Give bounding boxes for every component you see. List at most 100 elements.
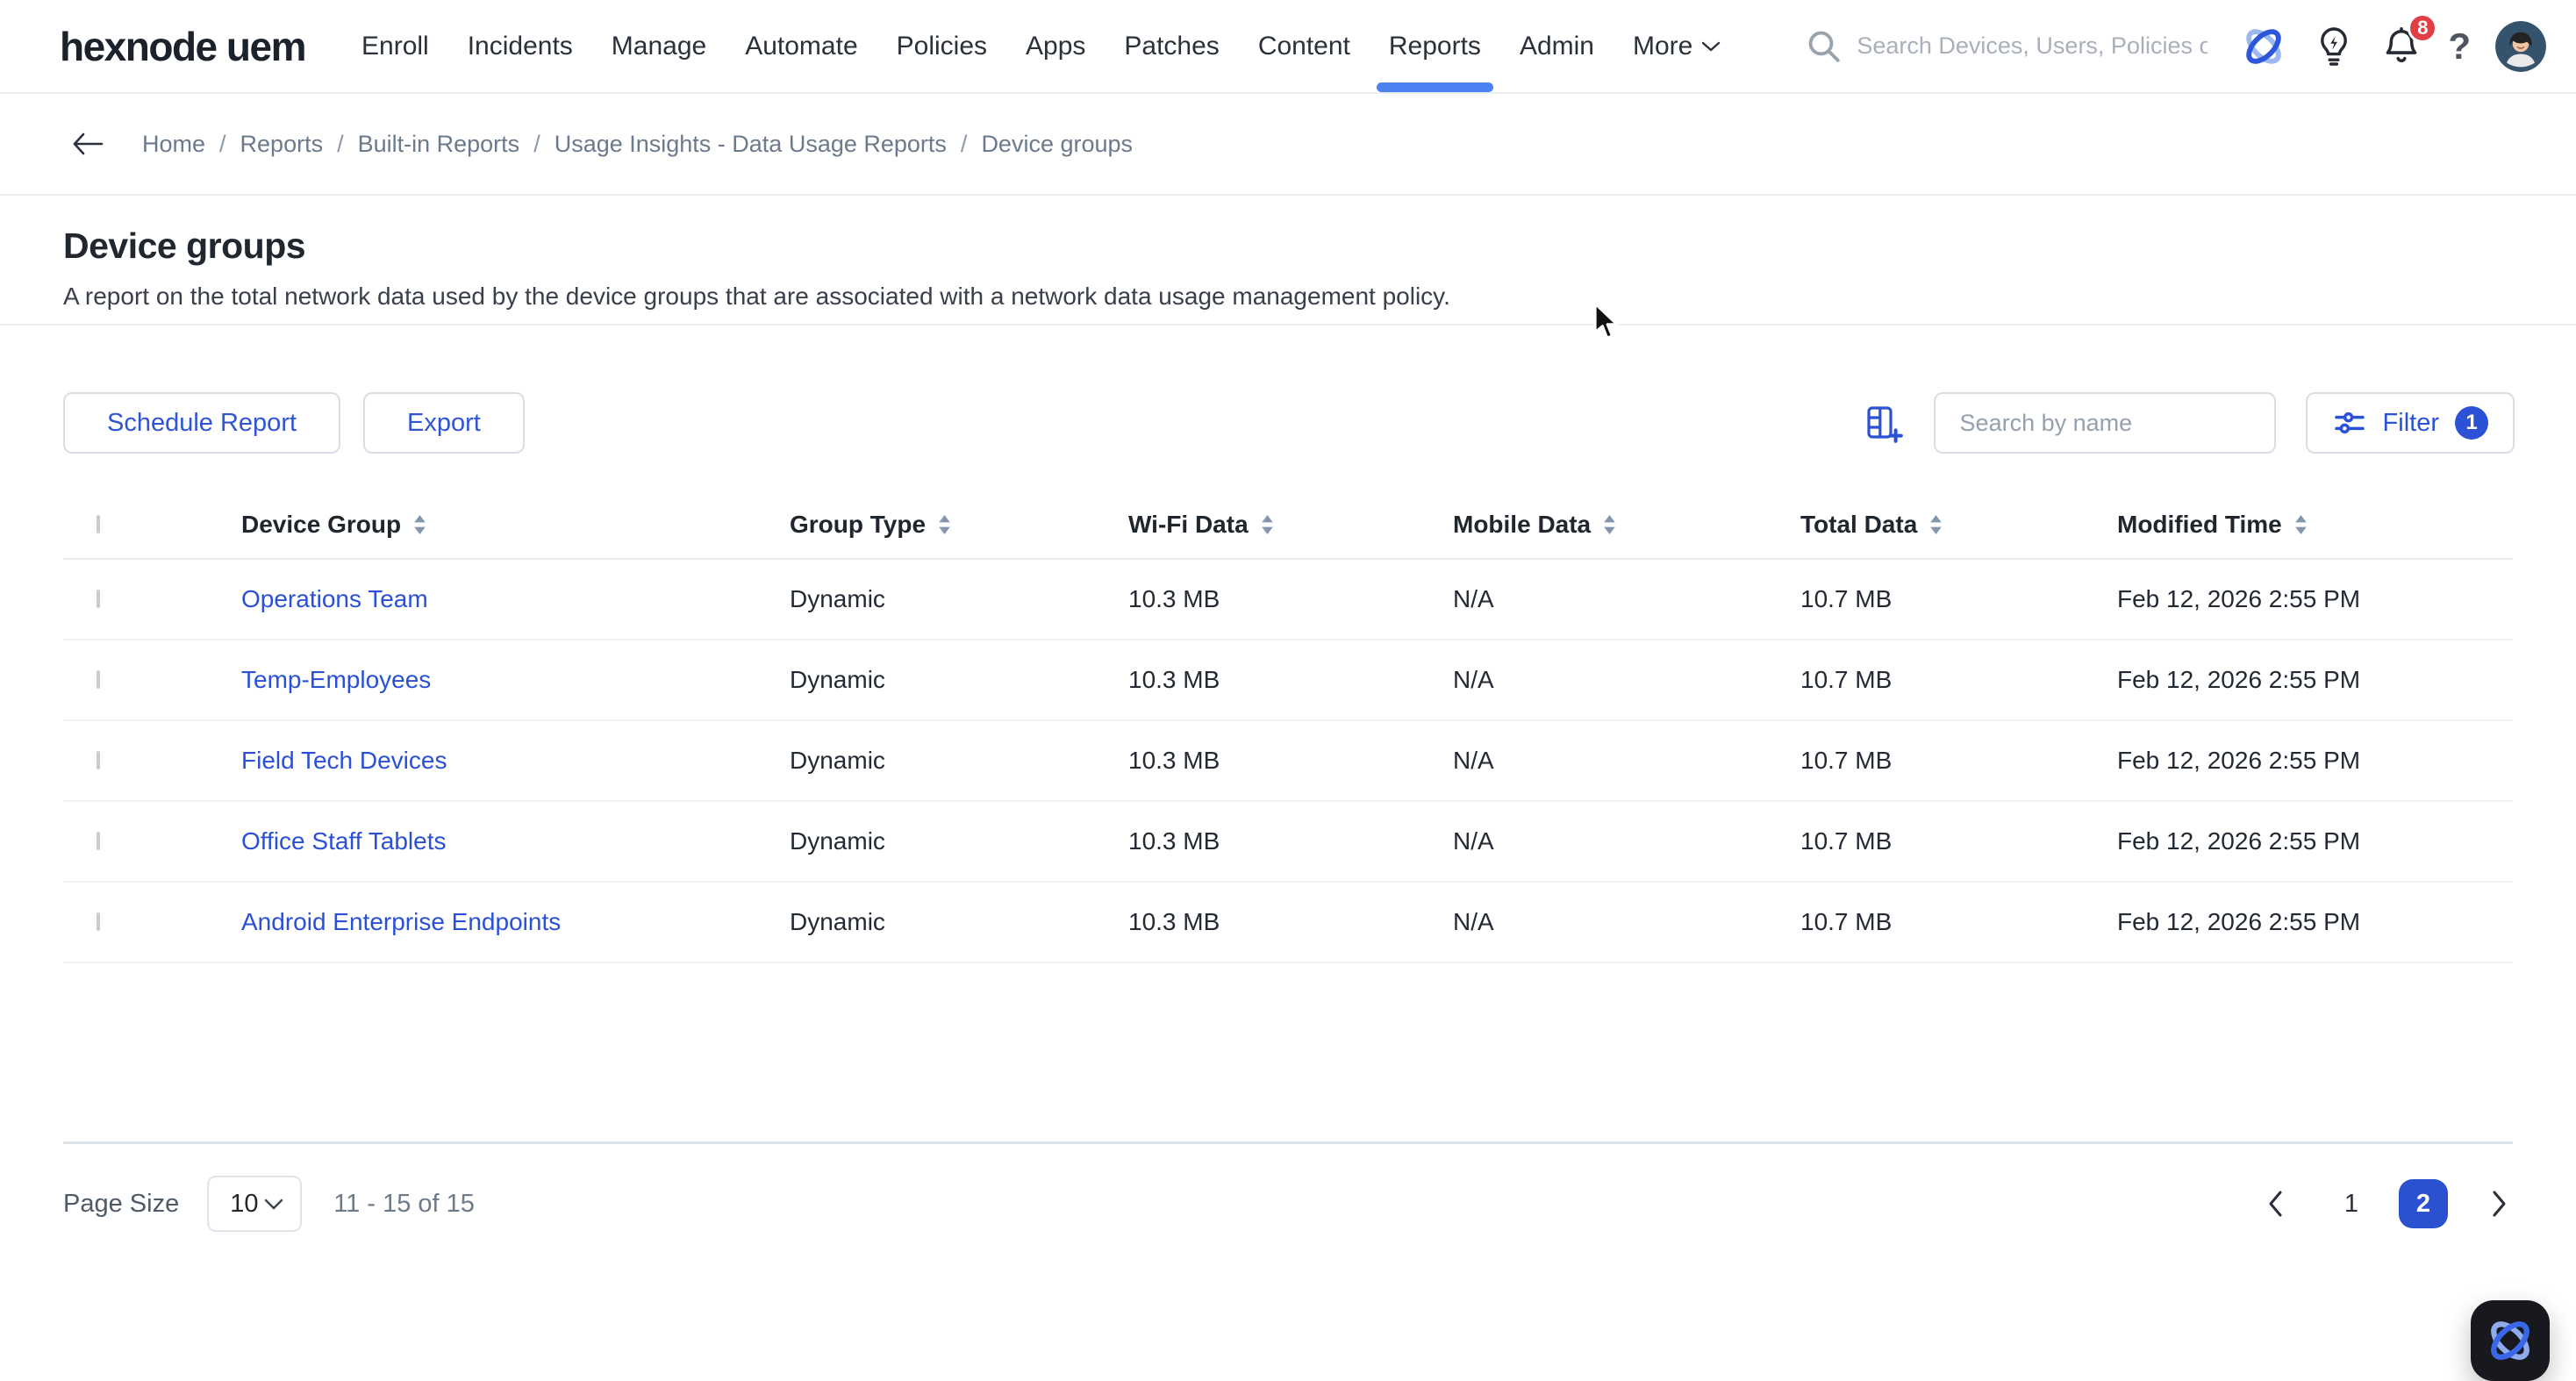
nav-item-patches[interactable]: Patches xyxy=(1124,0,1219,92)
nav-item-policies[interactable]: Policies xyxy=(897,0,987,92)
table-row: Operations Team Dynamic 10.3 MB N/A 10.7… xyxy=(63,560,2513,640)
modified-time-cell: Feb 12, 2026 2:55 PM xyxy=(2117,666,2361,693)
breadcrumb-item[interactable]: Built-in Reports xyxy=(358,131,520,158)
report-toolbar: Schedule Report Export Filter 1 xyxy=(63,392,2515,454)
column-header-group-type[interactable]: Group Type xyxy=(790,511,1128,539)
row-checkbox[interactable] xyxy=(97,751,100,769)
device-group-link[interactable]: Android Enterprise Endpoints xyxy=(241,908,790,936)
sort-icon xyxy=(1930,514,1943,534)
previous-page-icon[interactable] xyxy=(2260,1184,2292,1224)
table-bottom-divider xyxy=(63,1141,2513,1144)
schedule-report-button[interactable]: Schedule Report xyxy=(63,392,341,454)
nav-item-reports[interactable]: Reports xyxy=(1376,0,1493,92)
column-header-modified-time[interactable]: Modified Time xyxy=(2117,511,2513,539)
chevron-down-icon xyxy=(265,1199,283,1209)
breadcrumb-separator: / xyxy=(960,130,968,157)
help-icon[interactable]: ? xyxy=(2448,27,2471,65)
modified-time-cell: Feb 12, 2026 2:55 PM xyxy=(2117,827,2361,855)
total-data-cell: 10.7 MB xyxy=(1800,747,1893,774)
row-checkbox[interactable] xyxy=(97,912,100,931)
page-size-value: 10 xyxy=(230,1189,259,1218)
wifi-data-cell: 10.3 MB xyxy=(1128,908,1220,935)
nav-item-apps[interactable]: Apps xyxy=(1026,0,1085,92)
select-all-checkbox[interactable] xyxy=(97,515,100,533)
main-nav: Enroll Incidents Manage Automate Policies App… xyxy=(361,0,1721,92)
genie-assistant-fab[interactable] xyxy=(2471,1300,2550,1381)
column-label: Group Type xyxy=(790,511,927,538)
column-header-device-group[interactable]: Device Group xyxy=(241,511,790,539)
row-checkbox[interactable] xyxy=(97,670,100,689)
device-group-link[interactable]: Temp-Employees xyxy=(241,666,790,694)
breadcrumb-item: Device groups xyxy=(981,130,1134,157)
notification-count-badge: 8 xyxy=(2408,12,2438,43)
nav-item-more[interactable]: More xyxy=(1633,0,1721,92)
page-number-1[interactable]: 1 xyxy=(2327,1179,2376,1228)
modified-time-cell: Feb 12, 2026 2:55 PM xyxy=(2117,585,2361,612)
filter-label: Filter xyxy=(2382,408,2439,437)
row-checkbox[interactable] xyxy=(97,832,100,850)
column-label: Total Data xyxy=(1800,511,1918,538)
column-header-mobile-data[interactable]: Mobile Data xyxy=(1453,511,1800,539)
mobile-data-cell: N/A xyxy=(1453,666,1494,693)
group-type-cell: Dynamic xyxy=(790,747,885,774)
modified-time-cell: Feb 12, 2026 2:55 PM xyxy=(2117,747,2361,774)
back-arrow-icon[interactable] xyxy=(68,131,105,157)
column-header-total-data[interactable]: Total Data xyxy=(1800,511,2117,539)
genie-icon xyxy=(2491,1321,2529,1360)
nav-item-manage[interactable]: Manage xyxy=(612,0,706,92)
group-type-cell: Dynamic xyxy=(790,585,885,612)
page-size-select[interactable]: 10 xyxy=(207,1176,303,1232)
nav-item-incidents[interactable]: Incidents xyxy=(468,0,573,92)
table-row: Field Tech Devices Dynamic 10.3 MB N/A 1… xyxy=(63,721,2513,802)
pagination-range: 11 - 15 of 15 xyxy=(333,1189,475,1218)
breadcrumb-separator: / xyxy=(219,130,226,157)
breadcrumb-item[interactable]: Home xyxy=(142,131,205,158)
nav-item-admin[interactable]: Admin xyxy=(1520,0,1594,92)
nav-item-content[interactable]: Content xyxy=(1258,0,1350,92)
table-row: Temp-Employees Dynamic 10.3 MB N/A 10.7 … xyxy=(63,640,2513,721)
breadcrumb-item[interactable]: Usage Insights - Data Usage Reports xyxy=(555,131,947,158)
wifi-data-cell: 10.3 MB xyxy=(1128,666,1220,693)
nav-item-label: Content xyxy=(1257,31,1350,61)
export-button[interactable]: Export xyxy=(363,392,525,454)
device-group-link[interactable]: Field Tech Devices xyxy=(241,747,790,775)
nav-item-enroll[interactable]: Enroll xyxy=(361,0,429,92)
nav-item-automate[interactable]: Automate xyxy=(745,0,857,92)
page-number-2[interactable]: 2 xyxy=(2399,1179,2448,1228)
pager: 12 xyxy=(2260,1179,2515,1228)
device-group-link[interactable]: Office Staff Tablets xyxy=(241,827,790,855)
modified-time-cell: Feb 12, 2026 2:55 PM xyxy=(2117,908,2361,935)
hexnode-uem-logo[interactable]: hexnode uem xyxy=(60,23,307,70)
customize-columns-icon[interactable] xyxy=(1862,402,1904,444)
nav-item-label: Automate xyxy=(745,31,858,61)
column-label: Wi-Fi Data xyxy=(1128,511,1249,538)
total-data-cell: 10.7 MB xyxy=(1800,585,1893,612)
insights-bulb-icon[interactable] xyxy=(2313,24,2355,69)
mobile-data-cell: N/A xyxy=(1453,747,1494,774)
column-header-wi-fi-data[interactable]: Wi-Fi Data xyxy=(1128,511,1453,539)
breadcrumb-bar: Home / Reports / Built-in Reports / Usage Insi… xyxy=(0,94,2576,196)
global-search xyxy=(1806,28,2208,65)
filter-count-badge: 1 xyxy=(2455,406,2488,440)
next-page-icon[interactable] xyxy=(2483,1184,2515,1224)
breadcrumb-item[interactable]: Reports xyxy=(240,131,324,158)
filter-button[interactable]: Filter 1 xyxy=(2305,392,2515,454)
notifications-bell-icon[interactable]: 8 xyxy=(2379,12,2438,69)
nav-item-label: More xyxy=(1632,31,1693,61)
filter-slider-icon xyxy=(2332,405,2367,440)
search-by-name-input[interactable] xyxy=(1933,392,2276,454)
global-search-input[interactable] xyxy=(1857,32,2208,60)
table-row: Android Enterprise Endpoints Dynamic 10.… xyxy=(63,883,2513,963)
top-navigation-bar: hexnode uem Enroll Incidents Manage Automat… xyxy=(0,0,2576,94)
row-checkbox[interactable] xyxy=(97,590,100,608)
breadcrumb: Home / Reports / Built-in Reports / Usage Insi… xyxy=(142,131,1133,158)
device-group-link[interactable]: Operations Team xyxy=(241,585,790,613)
table-row: Office Staff Tablets Dynamic 10.3 MB N/A… xyxy=(63,802,2513,883)
device-groups-table: Device Group Group Type Wi-Fi Data Mobil… xyxy=(63,491,2513,963)
search-icon xyxy=(1806,28,1843,65)
breadcrumb-separator: / xyxy=(337,130,344,157)
sort-icon xyxy=(414,514,426,534)
column-label: Mobile Data xyxy=(1453,511,1592,538)
genie-icon[interactable] xyxy=(2239,22,2288,71)
user-avatar[interactable] xyxy=(2495,20,2546,72)
